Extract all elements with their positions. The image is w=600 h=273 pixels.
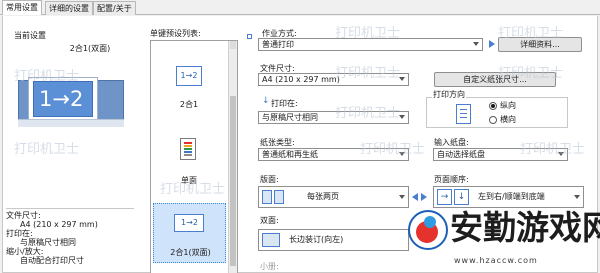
preset-list-title: 单键预设列表:	[150, 29, 201, 38]
job-mode-icon	[247, 34, 252, 39]
duplex-label: 双面:	[260, 216, 279, 225]
watermark-faint: 打印机卫士	[160, 182, 226, 197]
play-arrow-icon	[421, 193, 427, 201]
scroll-up-arrow[interactable]	[230, 41, 236, 49]
arrow-down-icon: ↓	[454, 189, 469, 205]
preset-item-two-in-one-duplex[interactable]: 1→2 2合1(双面)	[153, 203, 226, 263]
print-on-label: 打印在:	[271, 99, 298, 108]
paper-source-label: 输入纸盘:	[434, 138, 469, 147]
watermark-faint: 打印机卫士	[335, 26, 401, 41]
two-in-one-icon: 1→2	[176, 66, 202, 86]
preset-item-label: 2合1(双面)	[170, 248, 211, 257]
page-order-label: 页面顺序:	[434, 175, 469, 184]
paper-type-label: 纸张类型:	[260, 138, 295, 147]
arrow-down-icon: ↓	[262, 96, 270, 106]
watermark-faint: 打印机卫士	[498, 26, 564, 41]
paper-type-value: 普通纸和再生纸	[262, 150, 318, 159]
preset-list-scrollbar[interactable]	[228, 41, 237, 273]
brand-watermark-url: www.hzaccw.com	[454, 256, 538, 265]
document-size-value: A4 (210 x 297 mm)	[262, 75, 340, 84]
arrow-right-icon: →	[437, 189, 452, 205]
page-order-select[interactable]: → ↓ 左到右/顺端到底端	[433, 186, 584, 208]
current-preview-label: 2合1(双面)	[69, 44, 111, 53]
brand-logo	[408, 210, 448, 250]
landscape-radio[interactable]	[489, 116, 497, 124]
single-sided-icon	[180, 138, 196, 160]
watermark-faint: 打印机卫士	[360, 142, 426, 157]
chevron-down-icon	[473, 42, 479, 46]
layout-page-icon	[262, 190, 272, 204]
play-arrow-icon	[489, 40, 495, 48]
duplex-value: 长边装订(向左)	[289, 235, 344, 244]
preview-tray	[18, 119, 124, 127]
portrait-page-icon	[456, 104, 471, 124]
current-preview-image: 1→2	[18, 77, 124, 127]
paper-source-value: 自动选择纸盘	[437, 150, 485, 159]
watermark-faint: 打印机卫士	[335, 66, 401, 81]
page-order-value: 左到右/顺端到底端	[478, 192, 545, 201]
landscape-label: 横向	[500, 115, 516, 124]
layout-value: 每张两页	[307, 192, 339, 201]
tab-config-about[interactable]: 配置/关于	[93, 1, 136, 15]
orientation-group	[426, 97, 568, 128]
watermark-faint: 打印机卫士	[335, 106, 401, 121]
tab-common-settings[interactable]: 常用设置	[2, 0, 42, 15]
current-settings-title: 当前设置	[14, 31, 46, 40]
layout-label: 版面:	[260, 175, 279, 184]
watermark-faint: 打印机卫士	[498, 66, 564, 81]
portrait-label: 纵向	[500, 101, 516, 110]
job-mode-value: 普通打印	[262, 40, 294, 49]
duplex-book-icon	[262, 233, 280, 247]
chevron-down-icon	[399, 195, 405, 199]
orientation-title: 打印方向	[432, 90, 466, 100]
scroll-thumb[interactable]	[230, 96, 236, 266]
portrait-radio[interactable]	[489, 102, 497, 110]
two-in-one-duplex-icon: 1→2	[174, 214, 204, 232]
summary-zoom-value: 自动配合打印尺寸	[20, 256, 84, 265]
duplex-select[interactable]: 长边装订(向左)	[258, 229, 409, 251]
divider	[6, 208, 134, 209]
layout-select[interactable]: 每张两页	[258, 186, 409, 208]
chevron-down-icon	[574, 195, 580, 199]
watermark-faint: 打印机卫士	[14, 142, 80, 157]
preview-two-in-one-glyph: 1→2	[39, 87, 84, 111]
brand-watermark-title: 安勤游戏网	[450, 208, 600, 247]
watermark-faint: 打印机卫士	[520, 142, 586, 157]
booklet-label: 小册:	[260, 262, 279, 271]
preset-item-label: 2合1	[179, 100, 199, 109]
preset-item-two-in-one[interactable]: 1→2 2合1	[152, 54, 226, 116]
print-on-value: 与原稿尺寸相同	[262, 113, 318, 122]
tab-detailed-settings[interactable]: 详细的设置	[45, 1, 93, 15]
layout-page-icon	[274, 190, 284, 204]
play-arrow-left-icon	[412, 193, 418, 201]
watermark-faint: 打印机卫士	[14, 69, 80, 84]
